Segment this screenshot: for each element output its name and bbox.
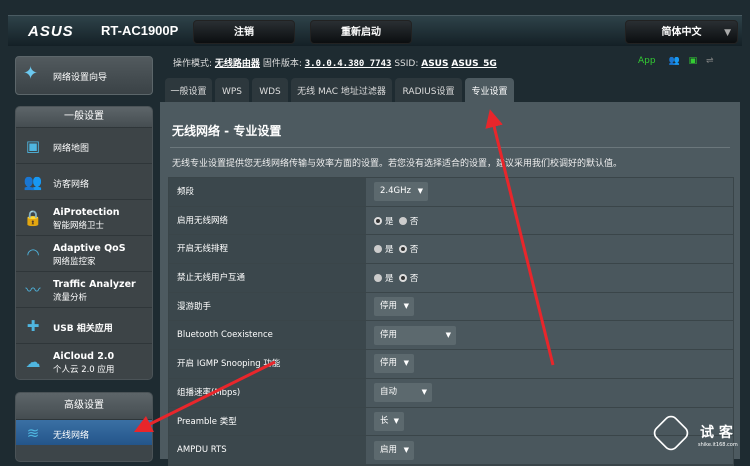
watermark-logo-icon bbox=[650, 412, 692, 454]
watermark-text: 试 客 bbox=[700, 425, 733, 441]
red-arrow bbox=[485, 109, 555, 366]
watermark: 试 客 shike.it168.com bbox=[650, 412, 750, 459]
annotation-arrows bbox=[133, 109, 555, 433]
red-arrow bbox=[133, 360, 276, 433]
watermark-url: shike.it168.com bbox=[698, 442, 738, 448]
